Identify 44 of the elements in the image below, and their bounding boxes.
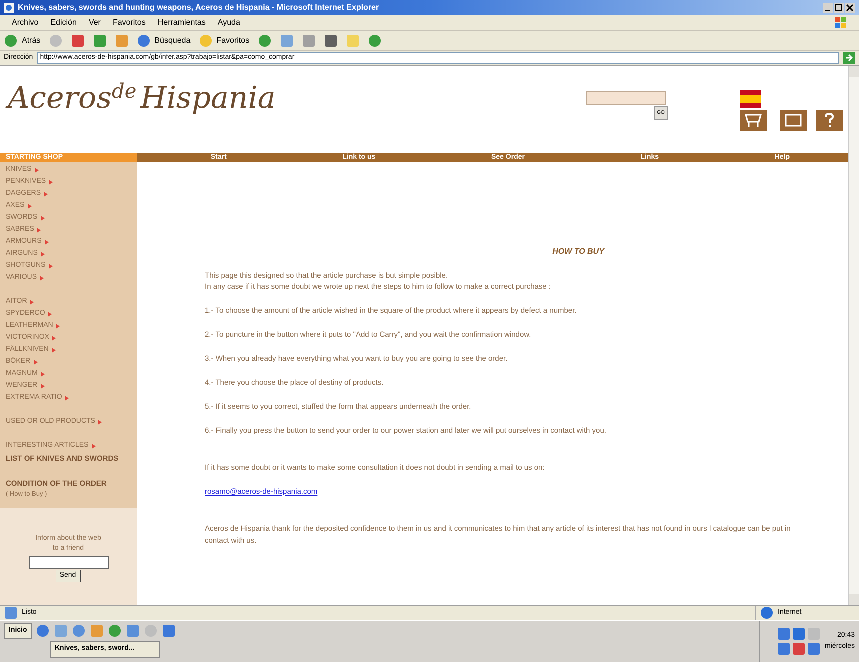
- search-field[interactable]: [586, 91, 666, 105]
- favorites-button[interactable]: Favoritos: [216, 34, 250, 46]
- cart-icon[interactable]: [740, 110, 767, 131]
- close-icon[interactable]: [845, 2, 855, 12]
- arrow-icon: [48, 312, 52, 316]
- arrow-icon: [48, 264, 53, 268]
- site-logo: Aceros$^{de}$Hispania: [8, 84, 276, 114]
- back-button[interactable]: Atrás: [22, 34, 41, 46]
- arrow-icon: [40, 372, 45, 376]
- menu-item[interactable]: Herramientas: [158, 16, 206, 28]
- menu-item[interactable]: Edición: [50, 16, 77, 28]
- arrow-icon: [65, 396, 70, 400]
- arrow-icon: [52, 348, 56, 352]
- go-icon[interactable]: [843, 52, 855, 64]
- arrow-icon: [52, 336, 56, 340]
- minimize-icon[interactable]: [823, 2, 833, 12]
- arrow-icon: [44, 240, 49, 244]
- arrow-icon: [28, 204, 32, 208]
- flag-icon[interactable]: [740, 90, 761, 108]
- arrow-icon: [98, 420, 102, 424]
- arrow-icon: [56, 324, 60, 328]
- arrow-icon: [40, 216, 44, 220]
- window-icon[interactable]: [780, 110, 807, 131]
- arrow-icon: [34, 360, 38, 364]
- page-heading: HOW TO BUY: [552, 246, 604, 258]
- arrow-icon: [34, 168, 39, 172]
- maximize-icon[interactable]: [834, 2, 844, 12]
- windows-logo-icon: [835, 16, 847, 28]
- arrow-icon: [49, 180, 54, 184]
- arrow-icon: [40, 276, 44, 280]
- arrow-icon: [30, 300, 34, 304]
- search-button[interactable]: Búsqueda: [154, 34, 191, 46]
- arrow-icon: [40, 252, 45, 256]
- window-title: Knives, sabers, swords and hunting weapons, Aceros de Hispania - Microsoft Internet Explorer: [18, 2, 380, 14]
- arrow-icon: [44, 192, 48, 196]
- menu-item[interactable]: Archivo: [12, 16, 39, 28]
- menu-item[interactable]: Ver: [88, 16, 101, 28]
- arrow-icon: [40, 384, 44, 388]
- arrow-icon: [37, 228, 42, 232]
- arrow-icon: [92, 444, 96, 448]
- friend-email-field[interactable]: [28, 556, 108, 569]
- help-icon[interactable]: [816, 110, 843, 131]
- menu-item[interactable]: Favoritos: [112, 16, 146, 28]
- menu-item[interactable]: Ayuda: [218, 16, 240, 28]
